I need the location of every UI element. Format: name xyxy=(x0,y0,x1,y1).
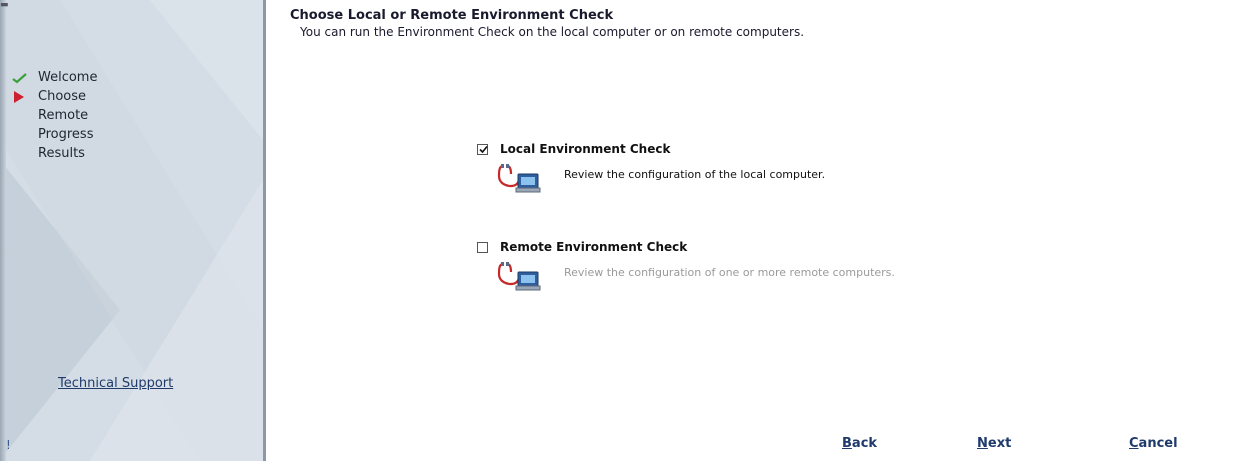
step-label: Welcome xyxy=(38,70,98,85)
local-check-checkbox[interactable] xyxy=(477,143,488,155)
remote-check-option[interactable]: Remote Environment Check xyxy=(477,238,687,256)
sidebar: ▬ Welcome Choose Remote Progress Results… xyxy=(0,0,263,461)
step-label: Progress xyxy=(38,127,94,142)
step-results: Results xyxy=(0,144,97,163)
step-label: Remote xyxy=(38,108,89,123)
sidebar-divider xyxy=(263,0,266,461)
back-button[interactable]: Back xyxy=(842,436,877,451)
corner-glyph: ▬ xyxy=(0,0,9,10)
current-step-arrow-icon xyxy=(12,87,34,106)
checkmark-icon xyxy=(479,145,488,153)
local-check-label[interactable]: Local Environment Check xyxy=(500,142,670,156)
technical-support-link[interactable]: Technical Support xyxy=(58,376,173,391)
step-label: Results xyxy=(38,146,85,161)
page-subtitle: You can run the Environment Check on the… xyxy=(300,25,805,39)
remote-check-description-row: Review the configuration of one or more … xyxy=(496,260,895,292)
next-button[interactable]: Next xyxy=(977,436,1011,451)
local-check-option[interactable]: Local Environment Check xyxy=(477,140,670,158)
step-welcome: Welcome xyxy=(0,68,97,87)
local-check-description-row: Review the configuration of the local co… xyxy=(496,162,825,194)
bottom-marker: ! xyxy=(6,438,11,452)
remote-check-label[interactable]: Remote Environment Check xyxy=(500,240,687,254)
step-progress: Progress xyxy=(0,125,97,144)
remote-check-checkbox[interactable] xyxy=(477,241,488,253)
page-title: Choose Local or Remote Environment Check xyxy=(290,8,614,23)
step-remote: Remote xyxy=(0,106,97,125)
cancel-button[interactable]: Cancel xyxy=(1129,436,1178,451)
step-label: Choose xyxy=(38,89,86,104)
step-choose: Choose xyxy=(0,87,97,106)
stethoscope-computer-icon xyxy=(497,262,541,291)
local-check-description: Review the configuration of the local co… xyxy=(564,168,826,181)
remote-check-description: Review the configuration of one or more … xyxy=(564,266,895,279)
check-icon xyxy=(12,68,34,87)
stethoscope-computer-icon xyxy=(497,164,541,193)
wizard-steps: Welcome Choose Remote Progress Results xyxy=(0,68,97,163)
